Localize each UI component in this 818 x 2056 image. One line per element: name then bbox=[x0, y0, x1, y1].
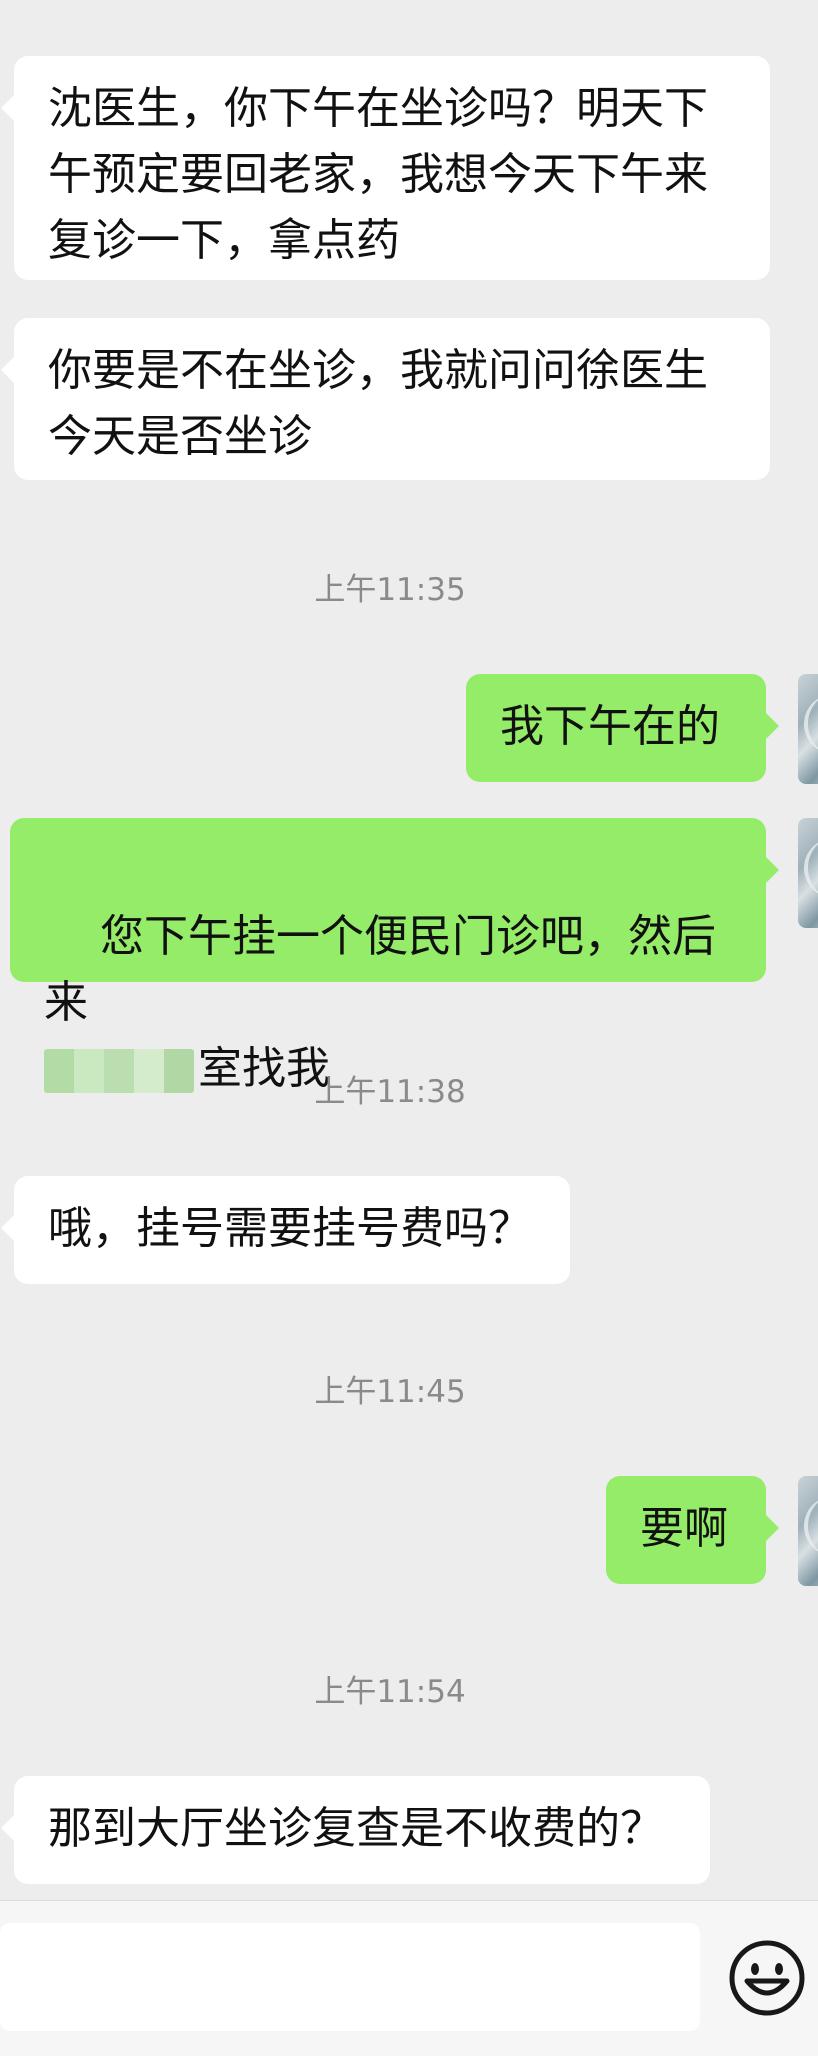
self-avatar[interactable] bbox=[798, 818, 818, 928]
chat-message-list[interactable]: 沈医生，你下午在坐诊吗？明天下 午预定要回老家，我想今天下午来 复诊一下，拿点药… bbox=[0, 0, 818, 1900]
message-bubble-outgoing[interactable]: 您下午挂一个便民门诊吧，然后来 室找我 bbox=[10, 818, 779, 1094]
self-avatar[interactable] bbox=[798, 674, 818, 784]
message-bubble-incoming[interactable]: 那到大厅坐诊复查是不收费的？ bbox=[1, 1776, 710, 1884]
message-bubble-outgoing[interactable]: 我下午在的 bbox=[466, 674, 779, 782]
message-bubble-incoming[interactable]: 沈医生，你下午在坐诊吗？明天下 午预定要回老家，我想今天下午来 复诊一下，拿点药 bbox=[1, 56, 770, 280]
message-timestamp: 上午11:38 bbox=[314, 1074, 466, 1110]
message-timestamp: 上午11:54 bbox=[314, 1674, 466, 1710]
message-input[interactable] bbox=[0, 1923, 700, 2031]
message-timestamp: 上午11:45 bbox=[314, 1374, 466, 1410]
self-avatar[interactable] bbox=[798, 1476, 818, 1586]
message-timestamp: 上午11:35 bbox=[314, 572, 466, 608]
message-text-line: 您下午挂一个便民门诊吧，然后来 bbox=[44, 911, 716, 1028]
message-bubble-outgoing[interactable]: 要啊 bbox=[606, 1476, 779, 1584]
message-bubble-incoming[interactable]: 你要是不在坐诊，我就问问徐医生 今天是否坐诊 bbox=[1, 318, 770, 480]
emoji-smile-icon[interactable] bbox=[728, 1939, 806, 2017]
message-bubble-incoming[interactable]: 哦，挂号需要挂号费吗？ bbox=[1, 1176, 570, 1284]
input-bar bbox=[0, 1900, 818, 2056]
